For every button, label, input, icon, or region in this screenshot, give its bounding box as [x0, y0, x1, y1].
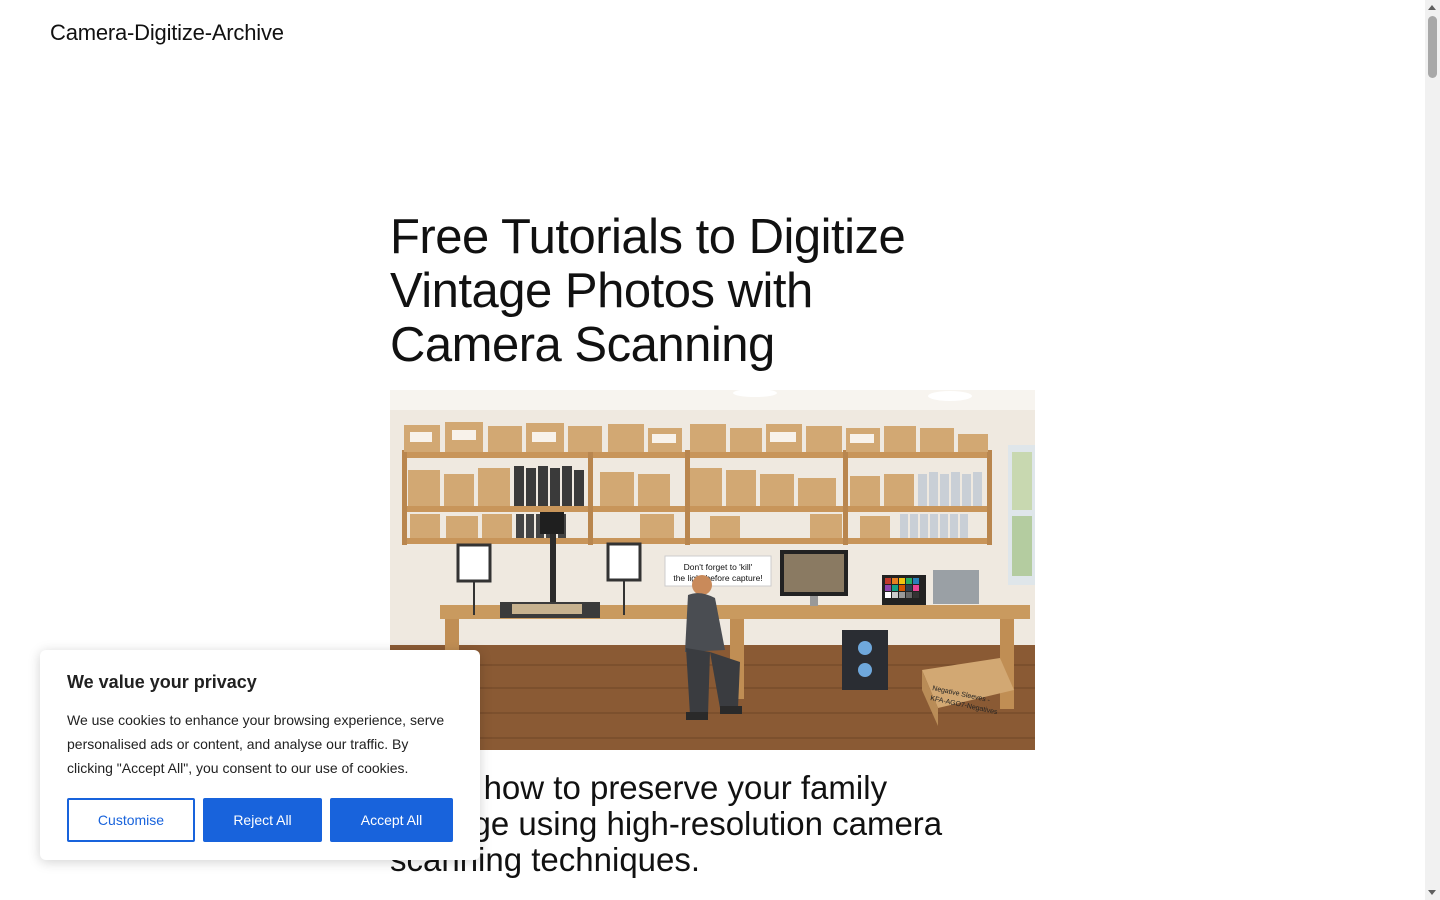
image-sign-line-2: the light before capture! — [673, 573, 762, 583]
cookie-banner-text: We use cookies to enhance your browsing … — [67, 712, 445, 776]
image-sign-line-1: Don't forget to 'kill' — [684, 562, 753, 572]
scrollbar-thumb[interactable] — [1428, 16, 1437, 78]
cookie-banner-actions: Customise Reject All Accept All — [67, 798, 453, 842]
page-title: Free Tutorials to Digitize Vintage Photo… — [390, 210, 906, 372]
hero-section: Free Tutorials to Digitize Vintage Photo… — [390, 210, 1035, 750]
accept-all-button[interactable]: Accept All — [330, 798, 453, 842]
cookie-banner-title: We value your privacy — [67, 672, 257, 692]
cookie-banner: We value your privacy We use cookies to … — [40, 650, 480, 860]
hero-subtitle: Learn how to preserve your family herita… — [390, 769, 943, 878]
site-title[interactable]: Camera-Digitize-Archive — [50, 20, 284, 46]
page: Camera-Digitize-Archive Free Tutorials t… — [0, 0, 1440, 900]
scroll-up-arrow-icon[interactable] — [1428, 5, 1436, 10]
vertical-scrollbar[interactable] — [1425, 0, 1440, 900]
scroll-down-arrow-icon[interactable] — [1428, 890, 1436, 895]
reject-all-button[interactable]: Reject All — [203, 798, 322, 842]
customise-button[interactable]: Customise — [67, 798, 195, 842]
hero-image: Don't forget to 'kill' the light before … — [390, 390, 1035, 750]
